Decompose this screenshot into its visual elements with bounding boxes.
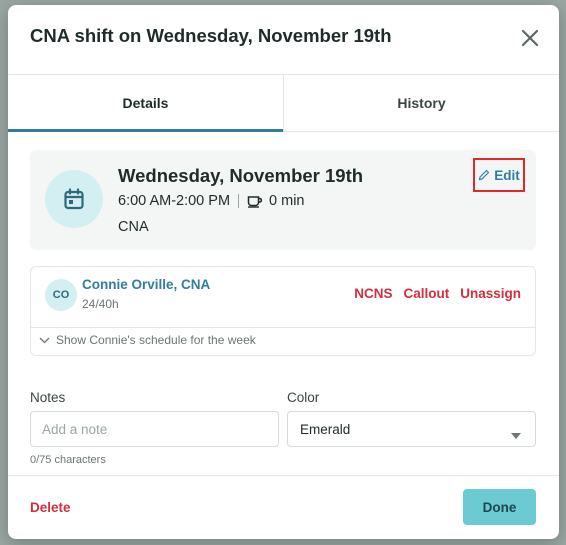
- ncns-button[interactable]: NCNS: [354, 286, 392, 301]
- pencil-icon: [478, 169, 490, 181]
- divider: [238, 194, 240, 208]
- shift-summary-card: Wednesday, November 19th 6:00 AM-2:00 PM…: [30, 150, 536, 250]
- close-icon: [521, 29, 539, 47]
- shift-time: 6:00 AM-2:00 PM: [118, 193, 231, 209]
- unassign-button[interactable]: Unassign: [460, 286, 521, 301]
- show-schedule-label: Show Connie's schedule for the week: [56, 333, 256, 347]
- staff-name-link[interactable]: Connie Orville, CNA: [82, 277, 210, 292]
- tab-history[interactable]: History: [283, 75, 559, 131]
- assigned-staff-card: CO Connie Orville, CNA 24/40h NCNS Callo…: [30, 266, 536, 356]
- color-selected-value: Emerald: [300, 421, 351, 437]
- callout-button[interactable]: Callout: [403, 286, 449, 301]
- caret-down-icon: [511, 427, 521, 442]
- notes-char-count: 0/75 characters: [30, 454, 106, 466]
- edit-button[interactable]: Edit: [473, 158, 525, 192]
- calendar-icon: [64, 188, 84, 210]
- show-schedule-toggle[interactable]: Show Connie's schedule for the week: [39, 333, 256, 347]
- staff-hours: 24/40h: [82, 297, 119, 311]
- tab-bar: Details History: [8, 74, 559, 132]
- notes-input[interactable]: [30, 411, 279, 447]
- shift-modal: CNA shift on Wednesday, November 19th De…: [8, 5, 559, 539]
- shift-date: Wednesday, November 19th: [118, 165, 364, 186]
- delete-button[interactable]: Delete: [30, 500, 71, 515]
- staff-actions: NCNS Callout Unassign: [354, 286, 521, 301]
- tab-details[interactable]: Details: [8, 75, 283, 132]
- modal-title: CNA shift on Wednesday, November 19th: [30, 25, 392, 46]
- modal-header: CNA shift on Wednesday, November 19th: [8, 5, 559, 73]
- break-duration: 0 min: [269, 193, 305, 209]
- edit-label: Edit: [494, 167, 520, 183]
- shift-time-row: 6:00 AM-2:00 PM 0 min: [118, 193, 305, 209]
- close-button[interactable]: [519, 27, 541, 49]
- divider: [31, 327, 535, 328]
- done-button[interactable]: Done: [463, 489, 536, 525]
- color-select[interactable]: Emerald: [287, 411, 536, 447]
- calendar-icon-circle: [45, 170, 103, 228]
- notes-label: Notes: [30, 390, 66, 405]
- modal-footer: Delete Done: [8, 475, 559, 539]
- color-label: Color: [287, 390, 320, 405]
- avatar: CO: [45, 279, 77, 311]
- break-cup-icon: [247, 194, 263, 208]
- chevron-down-icon: [39, 337, 50, 344]
- shift-role: CNA: [118, 219, 149, 235]
